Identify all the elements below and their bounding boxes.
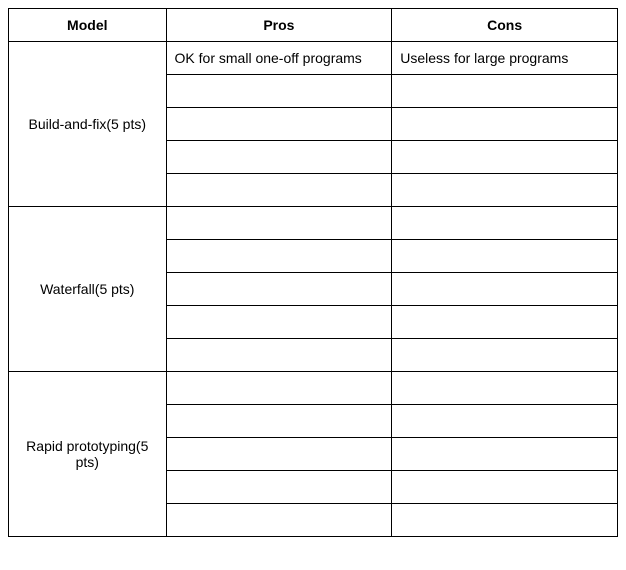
cons-cell (392, 471, 618, 504)
pros-cell (166, 471, 392, 504)
pros-cell (166, 108, 392, 141)
pros-cell (166, 339, 392, 372)
cons-cell (392, 306, 618, 339)
cons-cell (392, 405, 618, 438)
cons-cell (392, 504, 618, 537)
pros-cell (166, 504, 392, 537)
pros-cell (166, 141, 392, 174)
cons-cell (392, 339, 618, 372)
pros-cell (166, 438, 392, 471)
pros-cell (166, 207, 392, 240)
pros-cell: OK for small one-off programs (166, 42, 392, 75)
table-row: Waterfall(5 pts) (9, 207, 618, 240)
cons-cell (392, 141, 618, 174)
header-cons: Cons (392, 9, 618, 42)
cons-cell: Useless for large programs (392, 42, 618, 75)
pros-cell (166, 306, 392, 339)
header-pros: Pros (166, 9, 392, 42)
cons-cell (392, 207, 618, 240)
pros-cell (166, 405, 392, 438)
pros-cell (166, 75, 392, 108)
table-row: Build-and-fix(5 pts) OK for small one-of… (9, 42, 618, 75)
comparison-table: Model Pros Cons Build-and-fix(5 pts) OK … (8, 8, 618, 537)
cons-cell (392, 174, 618, 207)
pros-cell (166, 372, 392, 405)
header-row: Model Pros Cons (9, 9, 618, 42)
pros-cell (166, 240, 392, 273)
cons-cell (392, 372, 618, 405)
model-cell: Waterfall(5 pts) (9, 207, 167, 372)
cons-cell (392, 75, 618, 108)
header-model: Model (9, 9, 167, 42)
cons-cell (392, 438, 618, 471)
table-row: Rapid prototyping(5 pts) (9, 372, 618, 405)
cons-cell (392, 240, 618, 273)
model-cell: Rapid prototyping(5 pts) (9, 372, 167, 537)
model-cell: Build-and-fix(5 pts) (9, 42, 167, 207)
cons-cell (392, 108, 618, 141)
pros-cell (166, 273, 392, 306)
pros-cell (166, 174, 392, 207)
cons-cell (392, 273, 618, 306)
